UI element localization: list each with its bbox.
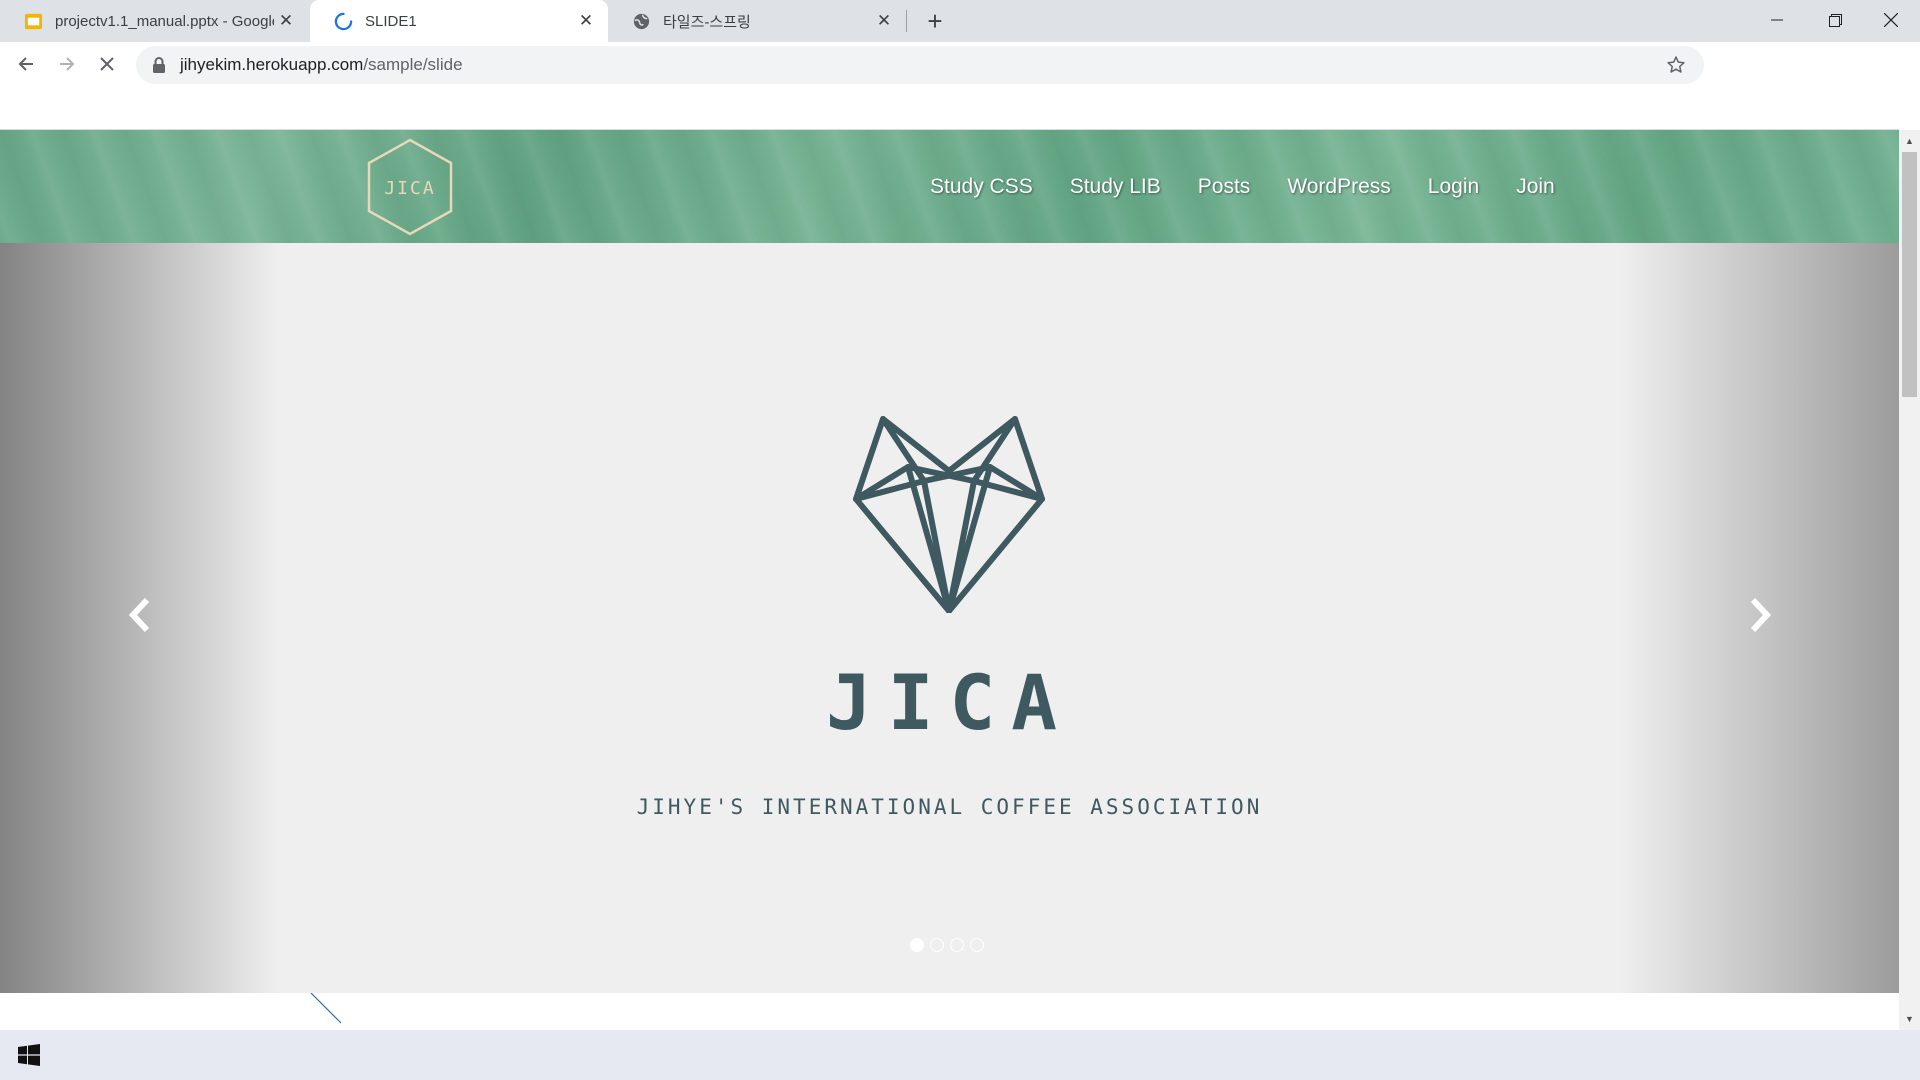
forward-button[interactable] xyxy=(49,46,85,82)
windows-start-icon[interactable] xyxy=(18,1044,40,1066)
site-logo[interactable]: JICA xyxy=(365,137,455,237)
close-tab-icon[interactable]: ✕ xyxy=(574,9,598,33)
carousel-prev-button[interactable] xyxy=(120,595,160,635)
carousel-indicators xyxy=(910,938,984,952)
minimize-button[interactable] xyxy=(1748,0,1806,40)
nav-study-css[interactable]: Study CSS xyxy=(930,175,1033,199)
bookmark-star-button[interactable] xyxy=(1664,53,1688,77)
lock-icon xyxy=(153,57,165,73)
restore-icon xyxy=(1828,13,1842,27)
carousel-indicator-1[interactable] xyxy=(910,938,924,952)
tab-divider xyxy=(906,10,907,32)
slides-icon xyxy=(24,13,43,29)
web-page: JICA Study CSS Study LIB Posts WordPress… xyxy=(0,129,1899,1030)
fox-logo-icon xyxy=(853,416,1045,613)
address-bar[interactable]: jihyekim.herokuapp.com/sample/slide xyxy=(136,46,1704,84)
url-path: /sample/slide xyxy=(363,55,463,74)
windows-taskbar xyxy=(0,1030,1920,1080)
tab-title: SLIDE1 xyxy=(365,12,417,30)
close-window-button[interactable] xyxy=(1862,0,1920,40)
carousel-indicator-2[interactable] xyxy=(930,938,944,952)
nav-study-lib[interactable]: Study LIB xyxy=(1070,175,1161,199)
tab-slides[interactable]: projectv1.1_manual.pptx - Google ✕ xyxy=(0,0,308,42)
url-text: jihyekim.herokuapp.com/sample/slide xyxy=(180,55,463,75)
scrollbar-thumb[interactable] xyxy=(1902,152,1917,397)
tab-strip: projectv1.1_manual.pptx - Google ✕ SLIDE… xyxy=(0,0,1920,42)
site-header: JICA Study CSS Study LIB Posts WordPress… xyxy=(0,130,1899,243)
nav-posts[interactable]: Posts xyxy=(1198,175,1251,199)
close-tab-icon[interactable]: ✕ xyxy=(274,9,298,33)
browser-toolbar: jihyekim.herokuapp.com/sample/slide xyxy=(0,42,1920,130)
below-fold-area xyxy=(0,993,1899,1030)
chevron-right-icon xyxy=(1750,597,1772,633)
chevron-left-icon xyxy=(128,597,150,633)
tab-title: 타일즈-스프링 xyxy=(663,13,751,31)
hero-brand-title: JICA xyxy=(825,658,1074,747)
nav-join[interactable]: Join xyxy=(1516,175,1555,199)
hero-tagline: JIHYE'S INTERNATIONAL COFFEE ASSOCIATION xyxy=(636,795,1263,819)
hero-carousel: JICA JIHYE'S INTERNATIONAL COFFEE ASSOCI… xyxy=(0,243,1899,993)
decorative-line xyxy=(310,993,342,1024)
globe-icon xyxy=(633,13,650,29)
stop-loading-button[interactable] xyxy=(89,46,125,82)
loading-spinner-icon xyxy=(334,12,353,30)
minimize-icon xyxy=(1771,19,1783,21)
page-scrollbar[interactable]: ▲ ▼ xyxy=(1899,130,1920,1030)
close-icon xyxy=(1884,13,1898,27)
star-icon xyxy=(1667,56,1685,73)
new-tab-button[interactable]: + xyxy=(920,6,950,36)
stop-icon xyxy=(100,57,114,71)
url-host: jihyekim.herokuapp.com xyxy=(180,55,364,74)
main-nav: Study CSS Study LIB Posts WordPress Logi… xyxy=(930,130,1592,243)
carousel-indicator-3[interactable] xyxy=(950,938,964,952)
nav-login[interactable]: Login xyxy=(1428,175,1479,199)
tab-title: projectv1.1_manual.pptx - Google xyxy=(55,12,274,30)
forward-arrow-icon xyxy=(60,57,75,71)
scroll-up-arrow-icon[interactable]: ▲ xyxy=(1899,132,1920,150)
tab-slide1[interactable]: SLIDE1 ✕ xyxy=(310,0,608,42)
tab-tiles-spring[interactable]: 타일즈-스프링 ✕ xyxy=(608,0,906,42)
back-button[interactable] xyxy=(8,46,44,82)
back-arrow-icon xyxy=(18,57,33,71)
close-tab-icon[interactable]: ✕ xyxy=(872,9,896,33)
restore-button[interactable] xyxy=(1806,0,1864,40)
carousel-next-button[interactable] xyxy=(1740,595,1780,635)
scroll-down-arrow-icon[interactable]: ▼ xyxy=(1899,1010,1920,1028)
carousel-indicator-4[interactable] xyxy=(970,938,984,952)
nav-wordpress[interactable]: WordPress xyxy=(1287,175,1390,199)
logo-text: JICA xyxy=(384,178,435,199)
